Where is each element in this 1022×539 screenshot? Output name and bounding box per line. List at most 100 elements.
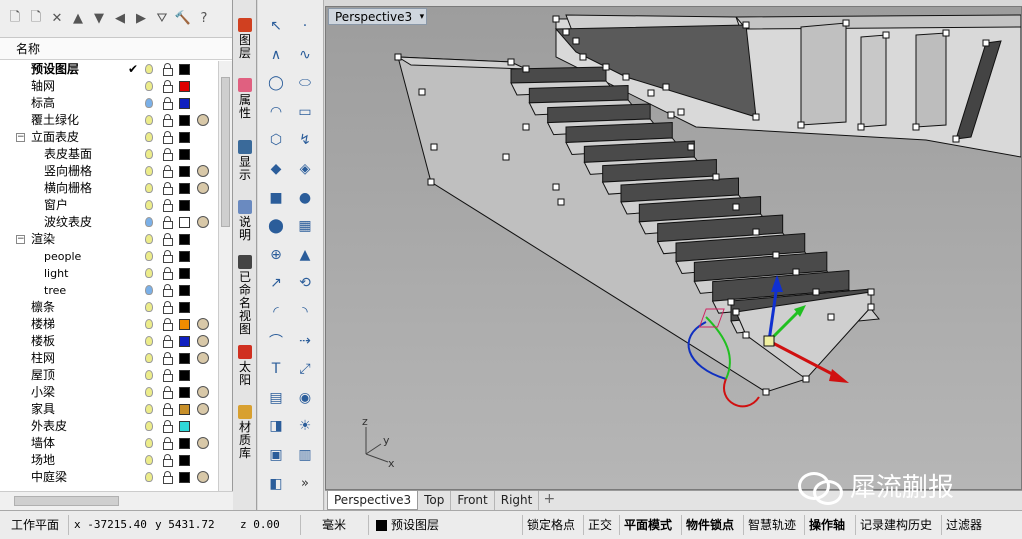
layer-color-swatch[interactable]: [179, 370, 190, 381]
layer-name[interactable]: 标高: [31, 95, 55, 112]
control-point-handle[interactable]: [602, 63, 610, 71]
layer-name[interactable]: light: [44, 265, 68, 282]
viewport-tab[interactable]: Right: [495, 491, 540, 510]
control-point-handle[interactable]: [952, 135, 960, 143]
extend-icon[interactable]: ⇢: [293, 329, 317, 353]
filter-icon[interactable]: ⛛: [153, 10, 171, 28]
layer-row[interactable]: 横向栅格: [0, 180, 218, 197]
move-down-icon[interactable]: ▼: [90, 10, 108, 28]
select-arrow-icon[interactable]: ↖: [264, 14, 288, 38]
layer-row[interactable]: 预设图层 ✔: [0, 61, 218, 78]
layout-icon[interactable]: ▥: [293, 443, 317, 467]
unlock-icon[interactable]: [163, 267, 173, 280]
viewport-tab[interactable]: Front: [451, 491, 495, 510]
rendering-icon[interactable]: ▲: [293, 243, 317, 267]
layer-row[interactable]: tree: [0, 282, 218, 299]
layer-row[interactable]: − 立面表皮: [0, 129, 218, 146]
status-toggle-button[interactable]: 锁定格点: [527, 516, 575, 534]
visibility-bulb-icon[interactable]: [145, 353, 153, 363]
control-point-handle[interactable]: [502, 153, 510, 161]
unlock-icon[interactable]: [163, 352, 173, 365]
move-up-icon[interactable]: ▲: [69, 10, 87, 28]
circle-icon[interactable]: ◯: [264, 71, 288, 95]
unlock-icon[interactable]: [163, 182, 173, 195]
control-point-handle[interactable]: [552, 183, 560, 191]
layer-color-swatch[interactable]: [179, 115, 190, 126]
layer-row[interactable]: 檩条: [0, 299, 218, 316]
control-point-handle[interactable]: [732, 203, 740, 211]
unlock-icon[interactable]: [163, 318, 173, 331]
current-layer-swatch[interactable]: [376, 520, 387, 531]
layer-name[interactable]: 中庭梁: [31, 469, 67, 486]
unlock-icon[interactable]: [163, 437, 173, 450]
control-point-curve-icon[interactable]: ∿: [293, 43, 317, 67]
cplane-button[interactable]: 工作平面: [11, 516, 59, 534]
control-point-handle[interactable]: [662, 83, 670, 91]
control-point-handle[interactable]: [727, 298, 735, 306]
visibility-bulb-icon[interactable]: [145, 132, 153, 142]
layer-row[interactable]: − 渲染: [0, 231, 218, 248]
layer-row[interactable]: 柱网: [0, 350, 218, 367]
control-point-handle[interactable]: [427, 178, 435, 186]
status-toggle-button[interactable]: 平面模式: [624, 516, 672, 534]
viewport-title-button[interactable]: Perspective3: [328, 8, 428, 26]
layer-color-swatch[interactable]: [179, 421, 190, 432]
visibility-bulb-icon[interactable]: [145, 64, 153, 74]
layer-name[interactable]: 窗户: [44, 197, 68, 214]
unlock-icon[interactable]: [163, 114, 173, 127]
visibility-bulb-icon[interactable]: [145, 319, 153, 329]
material-sphere-icon[interactable]: [197, 335, 209, 347]
control-point-handle[interactable]: [752, 228, 760, 236]
viewport-tab[interactable]: Perspective3: [327, 491, 419, 510]
status-toggle-button[interactable]: 物件锁点: [686, 516, 734, 534]
visibility-bulb-icon[interactable]: [145, 98, 153, 108]
layer-row[interactable]: 中庭梁: [0, 469, 218, 486]
unlock-icon[interactable]: [163, 301, 173, 314]
visibility-bulb-icon[interactable]: [145, 115, 153, 125]
status-toggle-button[interactable]: 正交: [588, 516, 612, 534]
block-icon[interactable]: ▣: [264, 443, 288, 467]
layer-row[interactable]: 表皮基面: [0, 146, 218, 163]
layer-name[interactable]: 渲染: [31, 231, 55, 248]
visibility-bulb-icon[interactable]: [145, 183, 153, 193]
unlock-icon[interactable]: [163, 97, 173, 110]
control-point-handle[interactable]: [557, 198, 565, 206]
control-point-handle[interactable]: [522, 65, 530, 73]
layer-name[interactable]: 场地: [31, 452, 55, 469]
ellipse-icon[interactable]: ⬭: [293, 71, 317, 95]
layer-color-swatch[interactable]: [179, 251, 190, 262]
control-point-handle[interactable]: [732, 308, 740, 316]
control-point-handle[interactable]: [912, 123, 920, 131]
control-point-handle[interactable]: [942, 29, 950, 37]
cylinder-solid-icon[interactable]: ⬤: [264, 214, 288, 238]
control-point-handle[interactable]: [430, 143, 438, 151]
display-mode-icon[interactable]: ◧: [264, 472, 288, 496]
current-layer-check-icon[interactable]: ✔: [128, 61, 138, 78]
add-viewport-tab-button[interactable]: +: [539, 491, 559, 508]
control-point-handle[interactable]: [867, 288, 875, 296]
help-icon[interactable]: ?: [195, 10, 213, 28]
dimension-icon[interactable]: ◜: [264, 300, 288, 324]
layer-color-swatch[interactable]: [179, 268, 190, 279]
visibility-bulb-icon[interactable]: [145, 81, 153, 91]
unlock-icon[interactable]: [163, 250, 173, 263]
control-point-handle[interactable]: [827, 313, 835, 321]
control-point-handle[interactable]: [579, 53, 587, 61]
status-toggle-button[interactable]: 过滤器: [946, 516, 982, 534]
units-button[interactable]: 毫米: [322, 516, 346, 534]
layer-name[interactable]: 墙体: [31, 435, 55, 452]
transform-icon[interactable]: ↗: [264, 271, 288, 295]
panel-tab[interactable]: 说明: [234, 200, 256, 242]
unlock-icon[interactable]: [163, 420, 173, 433]
layer-list-vertical-scrollbar[interactable]: [218, 61, 232, 491]
viewport-tab[interactable]: Top: [418, 491, 452, 510]
unlock-icon[interactable]: [163, 454, 173, 467]
arc-icon[interactable]: ◠: [264, 100, 288, 124]
layer-name[interactable]: 柱网: [31, 350, 55, 367]
visibility-bulb-icon[interactable]: [145, 285, 153, 295]
control-point-handle[interactable]: [394, 53, 402, 61]
layer-color-swatch[interactable]: [179, 285, 190, 296]
layer-color-swatch[interactable]: [179, 336, 190, 347]
layer-color-swatch[interactable]: [179, 302, 190, 313]
material-sphere-icon[interactable]: [197, 403, 209, 415]
